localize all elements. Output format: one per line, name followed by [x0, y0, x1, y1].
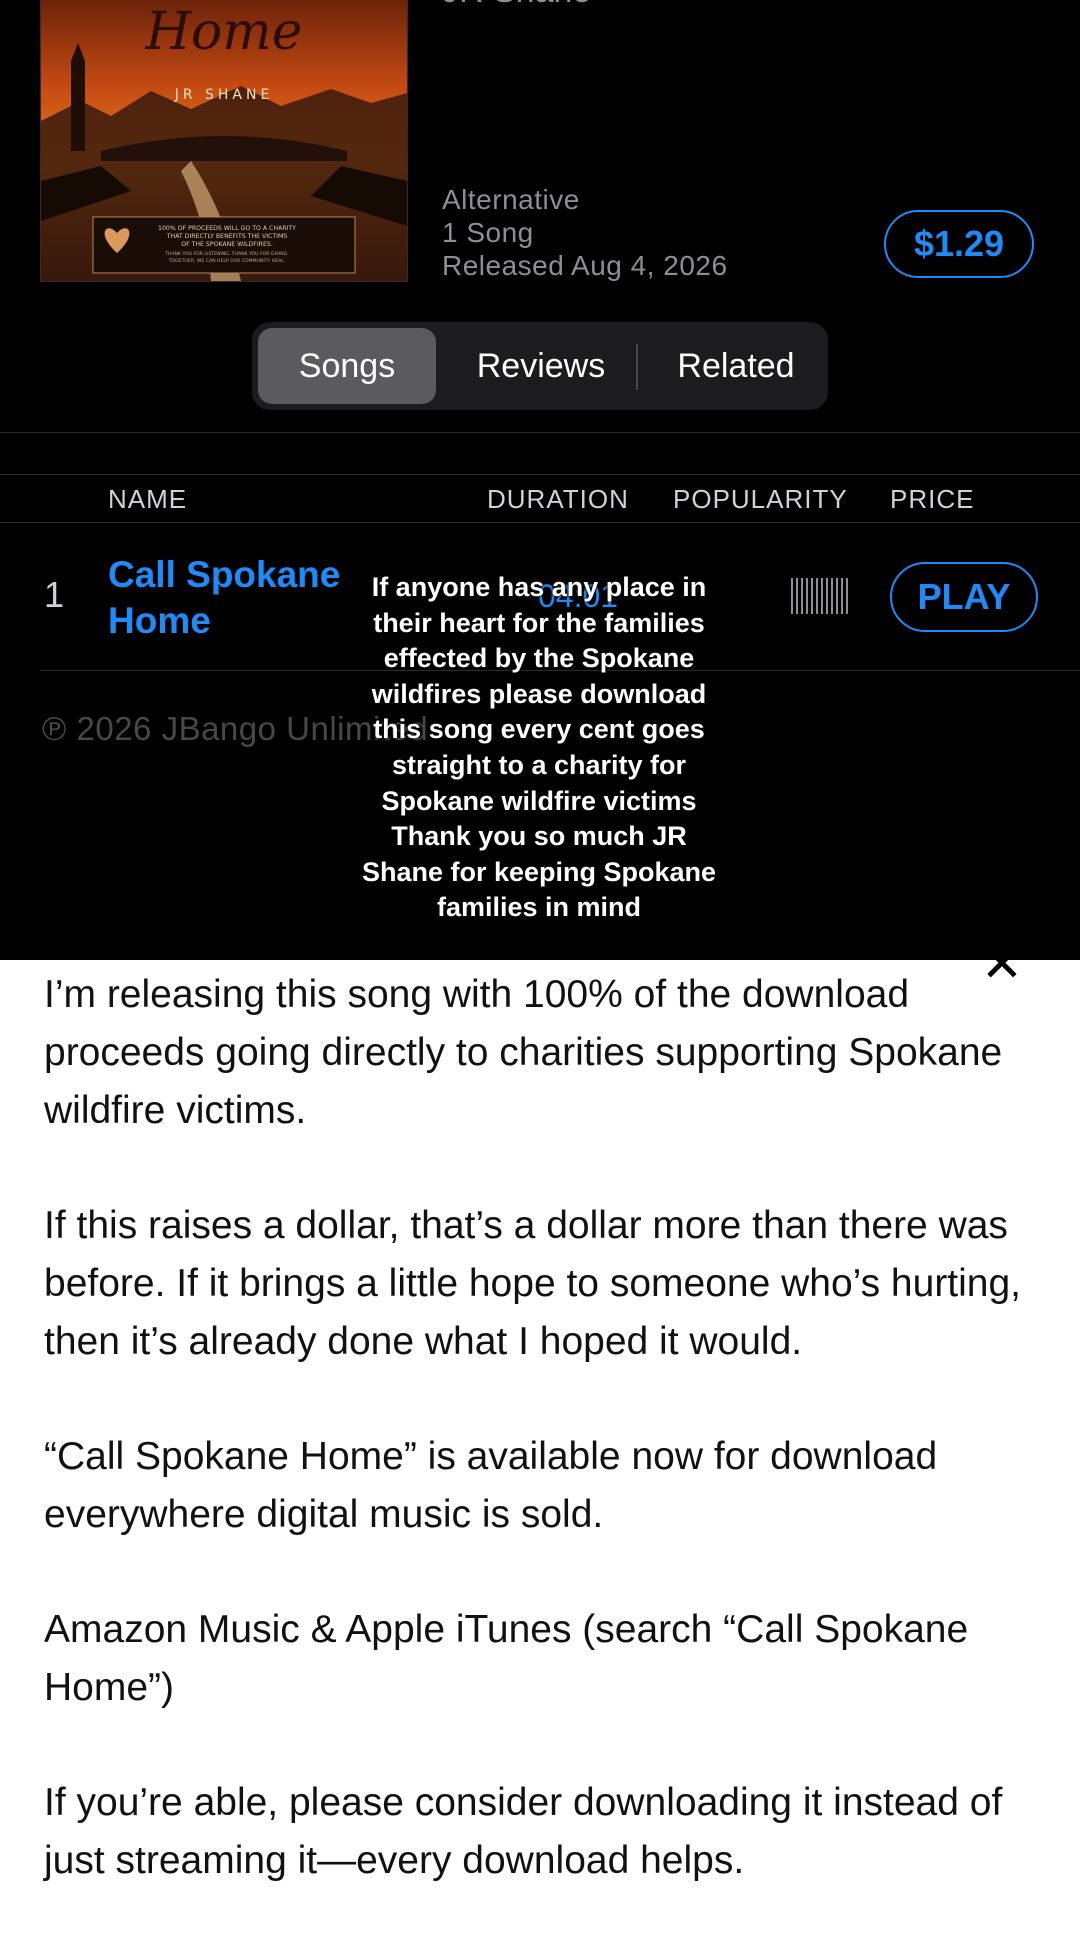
column-header-duration: DURATION — [487, 484, 629, 514]
itunes-album-screen: SPOKANE Home JR SHANE 100% OF PROCEEDS W… — [0, 0, 1080, 960]
article-paragraph: “Call Spokane Home” is available now for… — [44, 1435, 938, 1536]
popularity-bars-icon — [791, 578, 851, 614]
track-number: 1 — [44, 574, 65, 615]
art-artist-text: JR SHANE — [174, 87, 274, 103]
overlay-caption: If anyone has any place in their heart f… — [361, 572, 717, 923]
segmented-control: Songs Reviews Related — [252, 322, 828, 410]
album-artwork-image: SPOKANE Home JR SHANE 100% OF PROCEEDS W… — [41, 0, 407, 281]
art-notice-line-4: THANK YOU FOR LISTENING. THANK YOU FOR G… — [164, 251, 289, 257]
article-paragraph: If this raises a dollar, that’s a dollar… — [44, 1204, 1022, 1363]
art-script-text: Home — [145, 2, 303, 62]
article-paragraph: I’m releasing this song with 100% of the… — [44, 973, 1003, 1132]
divider — [0, 474, 1080, 475]
art-notice-line-2: THAT DIRECTLY BENEFITS THE VICTIMS — [166, 233, 288, 240]
art-notice-line-5: TOGETHER, WE CAN HELP OUR COMMUNITY HEAL… — [168, 258, 286, 264]
album-release-date: Released Aug 4, 2026 — [442, 250, 728, 281]
column-header-name: NAME — [108, 484, 188, 514]
article-body: I’m releasing this song with 100% of the… — [44, 966, 1044, 1947]
album-price-button[interactable]: $1.29 — [884, 210, 1034, 278]
artist-link[interactable]: JR Shane > — [442, 0, 621, 11]
article-paragraph: If you’re able, please consider download… — [44, 1781, 1003, 1882]
album-genre: Alternative — [442, 184, 580, 215]
column-header-price: PRICE — [890, 484, 975, 514]
play-button[interactable]: PLAY — [890, 562, 1038, 632]
track-name[interactable]: Call Spokane Home — [108, 552, 368, 644]
article-paragraph: Amazon Music & Apple iTunes (search “Cal… — [44, 1608, 969, 1709]
art-notice-line-1: 100% OF PROCEEDS WILL GO TO A CHARITY — [158, 225, 296, 232]
divider — [0, 432, 1080, 433]
divider — [0, 522, 1080, 523]
tab-related[interactable]: Related — [648, 328, 824, 404]
column-header-popularity: POPULARITY — [673, 484, 848, 514]
album-artwork[interactable]: SPOKANE Home JR SHANE 100% OF PROCEEDS W… — [40, 0, 408, 282]
album-song-count: 1 Song — [442, 217, 534, 248]
art-notice-line-3: OF THE SPOKANE WILDFIRES. — [181, 241, 273, 248]
tab-songs[interactable]: Songs — [258, 328, 436, 404]
tab-reviews[interactable]: Reviews — [436, 328, 646, 404]
segment-divider — [636, 344, 638, 390]
